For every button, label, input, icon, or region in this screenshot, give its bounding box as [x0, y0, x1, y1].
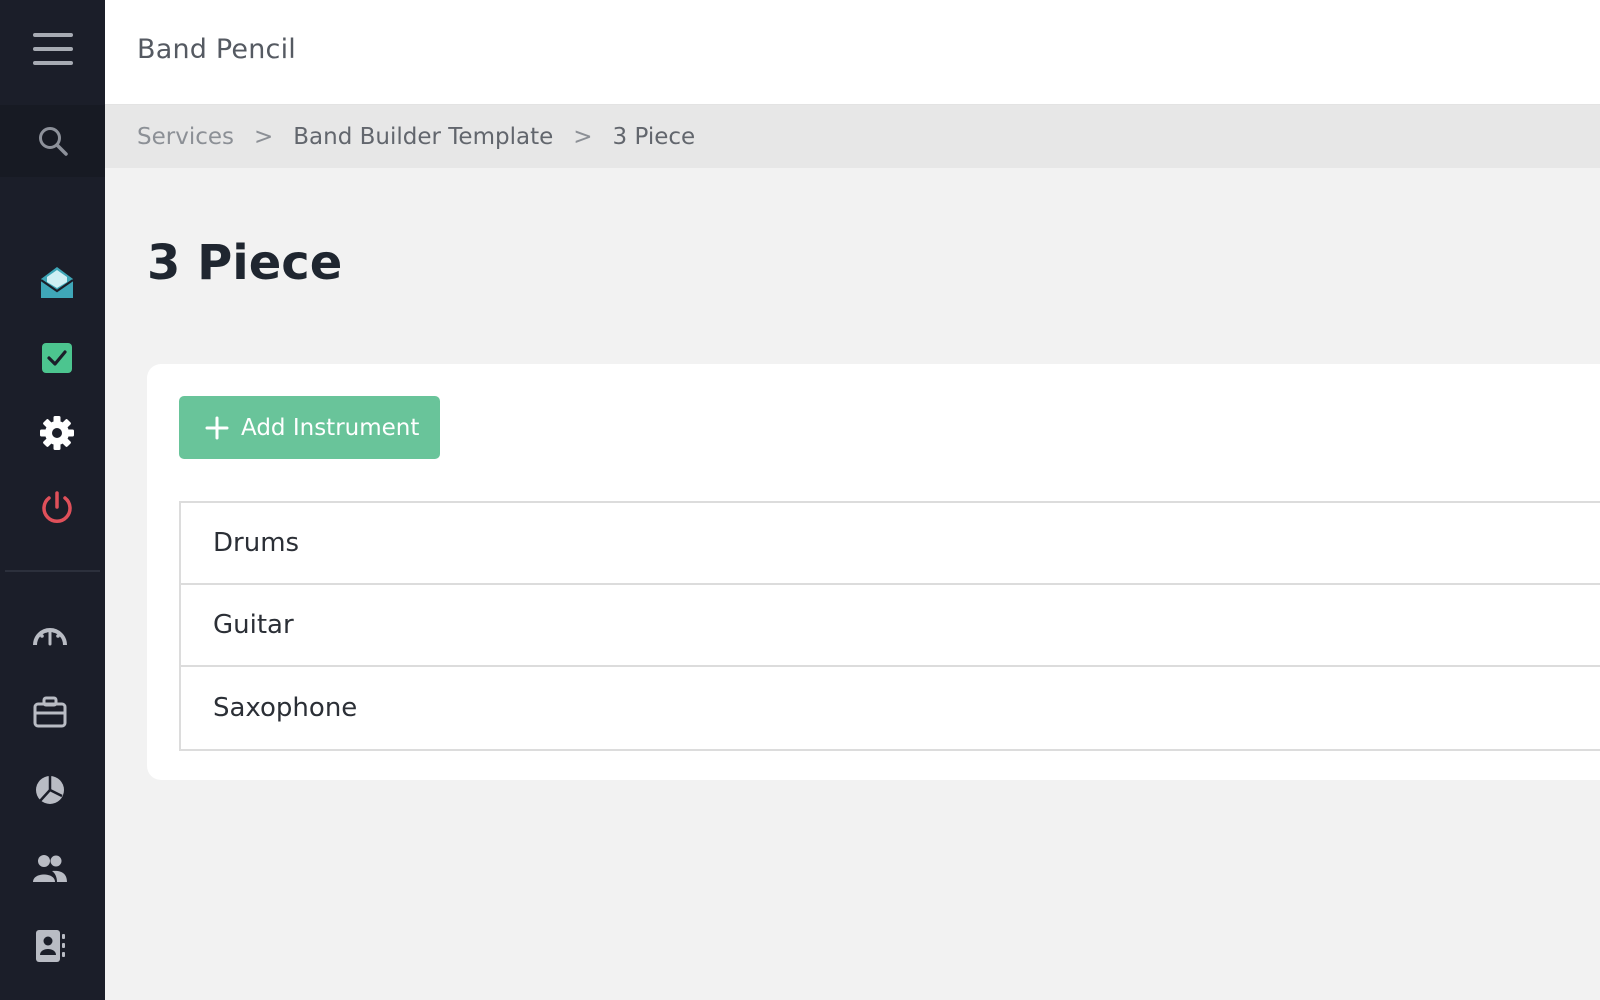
sidebar-item-logout[interactable] — [22, 478, 92, 538]
speedometer-icon — [33, 628, 67, 646]
breadcrumb-band-builder-template[interactable]: Band Builder Template — [293, 124, 553, 150]
search-icon — [38, 127, 68, 156]
instrument-name: Guitar — [213, 610, 294, 640]
sidebar-divider — [5, 570, 100, 572]
envelope-open-icon — [40, 267, 74, 298]
list-item[interactable]: Saxophone — [181, 667, 1600, 749]
address-book-icon — [36, 930, 65, 962]
sidebar — [0, 0, 105, 1000]
breadcrumb-separator: > — [254, 123, 274, 150]
add-instrument-button[interactable]: Add Instrument — [179, 396, 440, 459]
sidebar-item-contacts[interactable] — [15, 916, 85, 976]
sidebar-item-dashboard[interactable] — [15, 604, 85, 664]
add-instrument-label: Add Instrument — [241, 414, 420, 441]
instruments-card: Add Instrument Drums Guitar Saxophone — [147, 364, 1600, 780]
instrument-name: Drums — [213, 528, 300, 558]
users-icon — [33, 855, 67, 882]
sidebar-item-settings[interactable] — [22, 403, 92, 463]
briefcase-icon — [33, 696, 67, 728]
app-title: Band Pencil — [137, 34, 296, 65]
breadcrumb: Services > Band Builder Template > 3 Pie… — [105, 105, 1600, 168]
sidebar-item-services[interactable] — [15, 682, 85, 742]
pie-chart-icon — [36, 776, 64, 804]
instrument-list: Drums Guitar Saxophone — [179, 501, 1600, 751]
checkbox-icon — [42, 343, 72, 373]
search-button[interactable] — [0, 105, 105, 177]
breadcrumb-separator: > — [573, 123, 593, 150]
gear-icon — [40, 416, 74, 450]
breadcrumb-current: 3 Piece — [612, 123, 696, 150]
instrument-name: Saxophone — [213, 693, 358, 723]
sidebar-item-tasks[interactable] — [22, 328, 92, 388]
sidebar-item-users[interactable] — [15, 838, 85, 898]
menu-toggle-button[interactable] — [0, 0, 105, 98]
sidebar-item-reports[interactable] — [15, 760, 85, 820]
sidebar-item-inbox[interactable] — [22, 253, 92, 313]
top-bar: Band Pencil — [105, 0, 1600, 105]
hamburger-menu-icon — [32, 33, 73, 65]
list-item[interactable]: Drums — [181, 503, 1600, 585]
list-item[interactable]: Guitar — [181, 585, 1600, 667]
power-icon — [42, 491, 72, 523]
breadcrumb-services[interactable]: Services — [137, 124, 234, 150]
plus-icon — [205, 416, 229, 440]
page-title: 3 Piece — [147, 235, 343, 291]
